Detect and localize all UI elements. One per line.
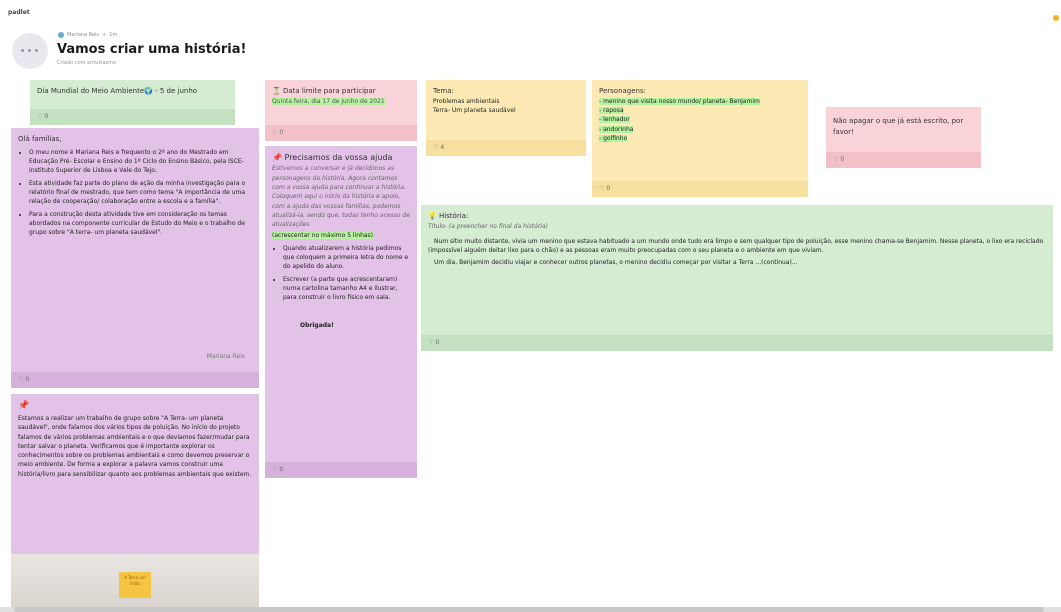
heart-icon[interactable]: ♡ [272, 128, 277, 137]
card-photo: A Terra um lindo [11, 554, 259, 612]
card-title: Personagens: [599, 87, 647, 95]
thanks-text: Obrigada! [300, 321, 334, 329]
list-item: Esta atividade faz parte do plano de açã… [29, 179, 252, 207]
bullet-list: Quando atualizarem a história pedimos qu… [272, 244, 410, 303]
card-line: Terra- Um planeta saudável [433, 107, 516, 115]
card-title: 💡 História: [428, 212, 469, 220]
card-body: Estamos a realizar um trabalho de grupo … [18, 414, 252, 478]
list-item: - lenhador [599, 116, 630, 124]
heart-icon[interactable]: ♡ [833, 155, 838, 164]
card-nao-apagar[interactable]: Não apagar o que já está escrito, por fa… [826, 107, 981, 168]
page-title: Vamos criar uma história! [57, 42, 247, 57]
card-body: Não apagar o que já está escrito, por fa… [833, 117, 964, 136]
author-line: Mariana Reis + 1m [58, 32, 117, 38]
notification-dot [1053, 15, 1059, 21]
card-tema[interactable]: Tema: Problemas ambientais Terra- Um pla… [426, 80, 586, 156]
like-count: 0 [435, 339, 440, 347]
heart-icon[interactable]: ♡ [272, 465, 277, 474]
heart-icon[interactable]: ♡ [599, 184, 604, 193]
pin-icon: 📌 [18, 401, 30, 411]
card-title: Olá famílias, [18, 135, 62, 143]
story-paragraph: Num sítio muito distante, vivia um menin… [428, 238, 1044, 255]
horizontal-scrollbar[interactable] [0, 607, 1061, 612]
dots-icon: ••• [19, 45, 41, 57]
card-footer: ♡ 0 [265, 462, 417, 478]
author-name: Mariana Reis [67, 32, 100, 38]
heart-icon[interactable]: ♡ [18, 375, 23, 384]
card-footer: ♡ 4 [426, 140, 586, 156]
card-title: 📌 Precisamos da vossa ajuda [272, 153, 393, 162]
bullet-list: O meu nome é Mariana Reis e frequento o … [18, 148, 252, 238]
card-footer: ♡ 0 [421, 335, 1053, 351]
card-footer: ♡ 0 [826, 152, 981, 168]
list-item: Para a construção desta atividade tive e… [29, 210, 252, 238]
like-count: 0 [279, 129, 284, 137]
author-separator: + [102, 32, 107, 38]
like-count: 0 [25, 376, 30, 384]
card-estamos[interactable]: 📌 Estamos a realizar um trabalho de grup… [11, 394, 259, 612]
card-data-limite[interactable]: ⏳ Data limite para participar Quinta fei… [265, 80, 417, 141]
card-dia-mundial[interactable]: Dia Mundial do Meio Ambiente🌍 - 5 de jun… [30, 80, 235, 125]
list-item: - andorinha [599, 125, 634, 133]
card-ola-familias[interactable]: Olá famílias, O meu nome é Mariana Reis … [11, 128, 259, 388]
board-avatar: ••• [12, 33, 48, 69]
like-count: 0 [279, 466, 284, 474]
card-footer: ♡ 0 [30, 109, 235, 125]
like-count: 0 [606, 185, 611, 193]
heart-icon[interactable]: ♡ [428, 338, 433, 347]
list-item: O meu nome é Mariana Reis e frequento o … [29, 148, 252, 176]
like-count: 0 [840, 156, 845, 164]
author-avatar-icon [58, 32, 64, 38]
card-footer: ♡ 0 [592, 181, 808, 197]
card-historia[interactable]: 💡 História: Título- (a preencher no fina… [421, 205, 1053, 351]
list-item: - golfinho [599, 135, 628, 143]
card-body: Quinta feira, dia 17 de junho de 2021 [272, 97, 385, 105]
heart-icon[interactable]: ♡ [37, 112, 42, 121]
list-item: - raposa [599, 107, 624, 115]
card-title: Tema: [433, 87, 454, 95]
list-item: Escrever (a parte que acrescentaram) num… [283, 275, 410, 303]
card-intro: Estivemos a conversar e já decidimos as … [272, 165, 410, 229]
like-count: 0 [44, 113, 49, 121]
scroll-thumb[interactable] [14, 607, 1044, 612]
highlighted-note: (acrescentar no máximo 5 linhas) [272, 232, 374, 240]
card-personagens[interactable]: Personagens: - menino que visita nosso m… [592, 80, 808, 197]
card-precisamos[interactable]: 📌 Precisamos da vossa ajuda Estivemos a … [265, 146, 417, 478]
list-item: Quando atualizarem a história pedimos qu… [283, 244, 410, 272]
page-subtitle: Criado com entusiasmo [57, 60, 117, 66]
card-footer: ♡ 0 [11, 372, 259, 388]
card-title: Dia Mundial do Meio Ambiente🌍 - 5 de jun… [37, 87, 198, 95]
card-line: Problemas ambientais [433, 97, 500, 105]
like-count: 4 [440, 144, 445, 152]
story-paragraph: Um dia, Benjamim decidiu viajar e conhec… [434, 258, 798, 266]
list-item: - menino que visita nosso mundo/ planeta… [599, 97, 760, 105]
author-time: 1m [109, 32, 118, 38]
heart-icon[interactable]: ♡ [433, 143, 438, 152]
card-footer: ♡ 0 [265, 125, 417, 141]
card-title: ⏳ Data limite para participar [272, 87, 376, 95]
padlet-logo[interactable]: padlet [8, 9, 30, 16]
card-subtitle: Título- (a preencher no final da históri… [428, 222, 548, 230]
signature: Mariana Reis [206, 353, 245, 360]
photo-note: A Terra um lindo [119, 572, 151, 598]
